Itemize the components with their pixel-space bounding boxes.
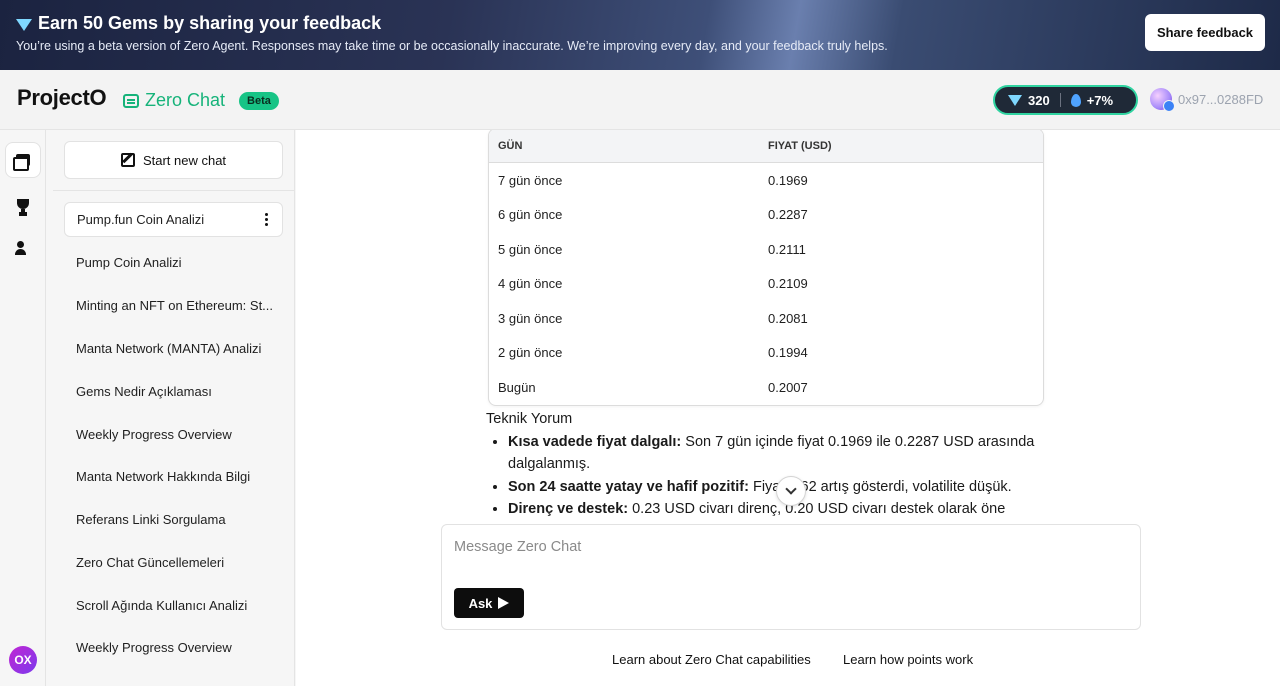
- assistant-commentary: Teknik Yorum Kısa vadede fiyat dalgalı: …: [486, 408, 1046, 521]
- commentary-list: Kısa vadede fiyat dalgalı: Son 7 gün içi…: [486, 431, 1046, 521]
- price-cell: 0.2007: [768, 379, 808, 395]
- chats-nav-button[interactable]: [5, 142, 41, 178]
- table-row: 3 gün önce 0.2081: [489, 301, 1043, 336]
- price-cell: 0.2081: [768, 310, 808, 326]
- banner-title-text: Earn 50 Gems by sharing your feedback: [38, 13, 382, 33]
- app-header: ProjectO Zero Chat Beta 320 +7% 0x97...0…: [0, 70, 1280, 130]
- icon-rail: OX: [0, 130, 46, 686]
- streak-value: +7%: [1086, 92, 1114, 108]
- table-row: 2 gün önce 0.1994: [489, 336, 1043, 371]
- banner-subtitle: You’re using a beta version of Zero Agen…: [16, 39, 888, 53]
- points-pill[interactable]: 320 +7%: [993, 85, 1138, 115]
- start-new-chat-label: Start new chat: [142, 152, 227, 168]
- share-feedback-button[interactable]: Share feedback: [1145, 14, 1265, 51]
- new-chat-icon: [120, 153, 135, 167]
- bullet-bold: Kısa vadede fiyat dalgalı:: [508, 433, 682, 450]
- product-brand: Zero Chat Beta: [123, 90, 279, 111]
- day-cell: Bugün: [498, 379, 536, 395]
- table-header: GÜN FIYAT (USD): [489, 130, 1043, 163]
- chat-item[interactable]: Weekly Progress Overview: [64, 630, 283, 665]
- gem-icon: [1008, 94, 1022, 106]
- price-cell: 0.2287: [768, 207, 808, 223]
- gems-count: 320: [1028, 92, 1050, 108]
- price-cell: 0.2111: [768, 241, 806, 257]
- message-input[interactable]: [454, 539, 1124, 555]
- ask-button[interactable]: Ask: [454, 588, 524, 618]
- divider: [1059, 93, 1061, 107]
- chat-main: GÜN FIYAT (USD) 7 gün önce 0.1969 6 gün ö…: [296, 130, 1280, 686]
- divider: [53, 190, 294, 191]
- send-icon: [498, 597, 510, 609]
- chevron-down-icon: [785, 483, 797, 495]
- start-new-chat-button[interactable]: Start new chat: [64, 141, 283, 179]
- scroll-to-bottom-button[interactable]: [776, 476, 806, 506]
- price-cell: 0.2109: [768, 276, 808, 292]
- chat-item-label: Gems Nedir Açıklaması: [76, 384, 212, 399]
- day-cell: 4 gün önce: [498, 276, 563, 292]
- chat-item[interactable]: Referans Linki Sorgulama: [64, 502, 283, 537]
- chat-bubble-icon: [123, 93, 139, 108]
- day-cell: 6 gün önce: [498, 207, 563, 223]
- banner-title: Earn 50 Gems by sharing your feedback: [16, 13, 381, 34]
- wallet-address: 0x97...0288FD: [1178, 91, 1264, 107]
- list-item: Kısa vadede fiyat dalgalı: Son 7 gün içi…: [508, 431, 1046, 476]
- chat-item[interactable]: Zero Chat Güncellemeleri: [64, 545, 283, 580]
- chat-item[interactable]: Manta Network (MANTA) Analizi: [64, 331, 283, 366]
- chat-item[interactable]: Scroll Ağında Kullanıcı Analizi: [64, 588, 283, 623]
- chats-icon: [13, 154, 30, 171]
- chat-item[interactable]: Manta Network Hakkında Bilgi: [64, 459, 283, 494]
- chat-item-label: Referans Linki Sorgulama: [76, 512, 226, 527]
- chat-item[interactable]: Minting an NFT on Ethereum: St...: [64, 288, 283, 323]
- table-row: 6 gün önce 0.2287: [489, 198, 1043, 233]
- column-header-price: FIYAT (USD): [768, 139, 832, 152]
- ask-label: Ask: [468, 595, 493, 611]
- table-row: Bugün 0.2007: [489, 370, 1043, 405]
- chat-item-label: Pump Coin Analizi: [76, 255, 182, 270]
- commentary-heading: Teknik Yorum: [486, 411, 573, 427]
- chat-item-label: Zero Chat Güncellemeleri: [76, 555, 225, 570]
- product-name: Zero Chat: [145, 90, 226, 110]
- chat-item[interactable]: Pump Coin Analizi: [64, 245, 283, 280]
- day-cell: 2 gün önce: [498, 345, 563, 361]
- footer-links: Learn about Zero Chat capabilities Learn…: [296, 652, 1280, 672]
- gem-icon: [16, 18, 32, 31]
- price-table: GÜN FIYAT (USD) 7 gün önce 0.1969 6 gün ö…: [488, 130, 1044, 406]
- chat-item[interactable]: Weekly Progress Overview: [64, 417, 283, 452]
- account-nav-button[interactable]: [5, 230, 41, 266]
- day-cell: 7 gün önce: [498, 172, 563, 188]
- bullet-bold: Son 24 saatte yatay ve hafif pozitif:: [508, 478, 749, 495]
- chat-item[interactable]: Gems Nedir Açıklaması: [64, 374, 283, 409]
- user-settings-icon: [15, 241, 30, 255]
- points-link[interactable]: Learn how points work: [843, 652, 973, 667]
- chat-item-active[interactable]: Pump.fun Coin Analizi: [64, 202, 283, 237]
- price-cell: 0.1994: [768, 345, 808, 361]
- table-row: 7 gün önce 0.1969: [489, 163, 1043, 198]
- price-cell: 0.1969: [768, 172, 808, 188]
- chat-history-sidebar: Start new chat Pump.fun Coin Analizi Pum…: [53, 130, 295, 686]
- day-cell: 3 gün önce: [498, 310, 563, 326]
- chat-item-label: Manta Network (MANTA) Analizi: [76, 341, 262, 356]
- project-logo[interactable]: ProjectO: [17, 85, 107, 111]
- chat-item-label: Pump.fun Coin Analizi: [77, 212, 205, 227]
- avatar: [1150, 88, 1175, 112]
- column-header-day: GÜN: [498, 139, 523, 152]
- beta-badge: Beta: [239, 91, 279, 110]
- chat-item-label: Weekly Progress Overview: [76, 640, 232, 655]
- more-options-icon[interactable]: [265, 213, 268, 216]
- feedback-banner: Earn 50 Gems by sharing your feedback Yo…: [0, 0, 1280, 70]
- capabilities-link[interactable]: Learn about Zero Chat capabilities: [612, 652, 811, 667]
- table-row: 5 gün önce 0.2111: [489, 232, 1043, 267]
- chat-item-label: Manta Network Hakkında Bilgi: [76, 469, 251, 484]
- flame-icon: [1070, 93, 1081, 107]
- table-row: 4 gün önce 0.2109: [489, 267, 1043, 302]
- trophy-icon: [17, 199, 29, 213]
- chat-item-label: Minting an NFT on Ethereum: St...: [76, 298, 274, 313]
- chat-item-label: Scroll Ağında Kullanıcı Analizi: [76, 598, 248, 613]
- chat-item-label: Weekly Progress Overview: [76, 427, 232, 442]
- day-cell: 5 gün önce: [498, 241, 563, 257]
- wallet-button[interactable]: 0x97...0288FD: [1150, 88, 1264, 112]
- leaderboard-nav-button[interactable]: [5, 186, 41, 222]
- message-composer: Ask: [441, 524, 1141, 630]
- user-badge[interactable]: OX: [9, 646, 37, 674]
